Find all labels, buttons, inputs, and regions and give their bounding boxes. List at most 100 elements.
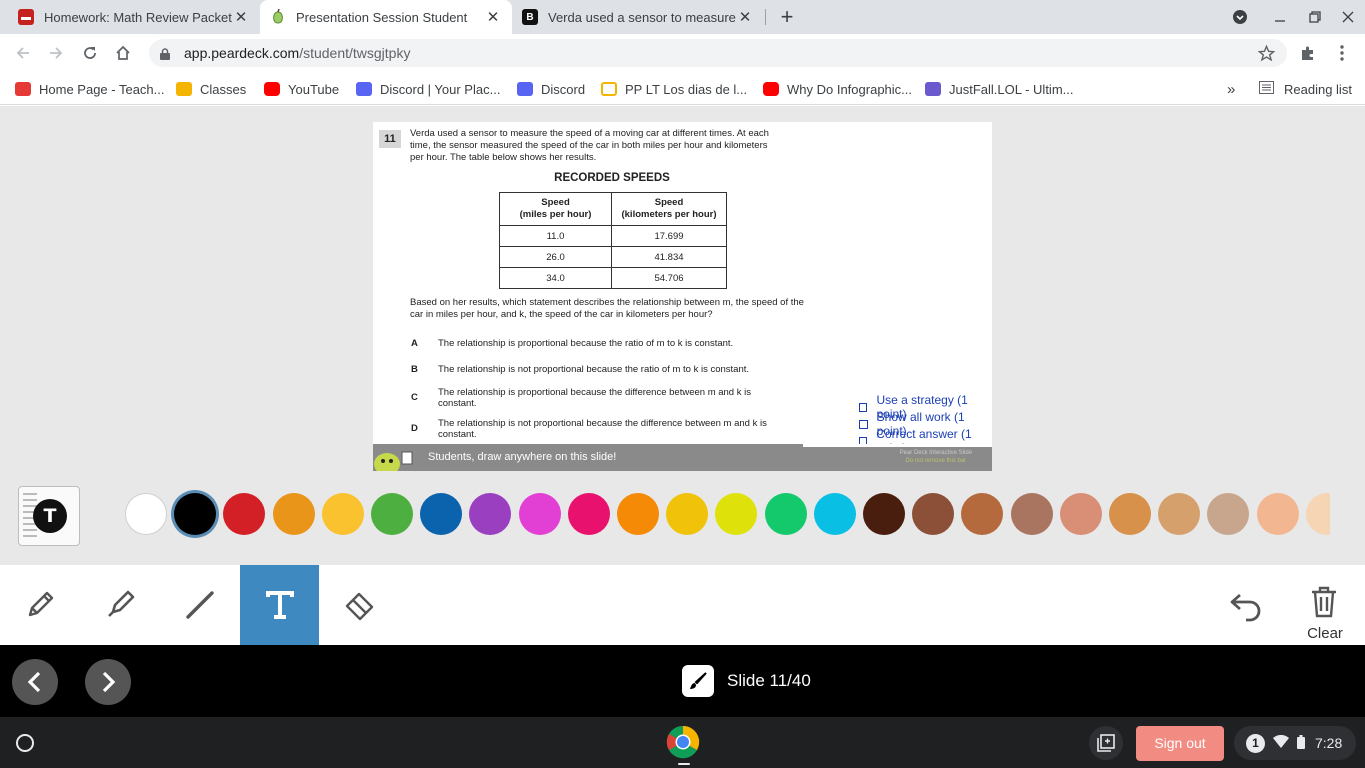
bookmarks-bar: Home Page - Teach... Classes YouTube Dis… [0, 72, 1365, 105]
color-swatch[interactable] [1305, 493, 1330, 535]
chevron-right-icon [102, 671, 116, 693]
choice-letter: D [411, 423, 418, 434]
color-swatch[interactable] [1010, 493, 1053, 535]
color-swatch[interactable] [420, 493, 463, 535]
color-swatch[interactable] [1059, 493, 1102, 535]
color-swatch[interactable] [272, 493, 315, 535]
brand-line: Do not remove this bar [905, 458, 967, 464]
text-tool-icon: T [33, 499, 67, 533]
color-swatch[interactable] [912, 493, 955, 535]
running-indicator [678, 763, 690, 765]
bookmark-justfall[interactable]: JustFall.LOL - Ultim... [925, 79, 1073, 99]
tab-search-icon[interactable] [1223, 0, 1257, 34]
brainly-icon: B [522, 9, 538, 25]
choice-text: The relationship is not proportional bec… [438, 364, 750, 375]
bookmark-pp-lt[interactable]: PP LT Los dias de l... [601, 79, 747, 99]
new-tab-button[interactable]: + [773, 3, 801, 31]
color-swatch[interactable] [174, 493, 217, 535]
color-swatch[interactable] [1256, 493, 1299, 535]
notification-badge: 1 [1246, 733, 1265, 753]
draw-slide-icon [682, 665, 714, 697]
address-bar[interactable]: app.peardeck.com/student/twsgjtpky [149, 39, 1287, 67]
tab-homework[interactable]: ▬ Homework: Math Review Packet ✕ [8, 0, 260, 34]
bookmark-classes[interactable]: Classes [176, 79, 246, 99]
color-swatch[interactable] [961, 493, 1004, 535]
holding-space-button[interactable] [1089, 726, 1123, 760]
color-swatch[interactable] [321, 493, 364, 535]
pen-icon [28, 591, 53, 617]
previous-slide-button[interactable] [12, 659, 58, 705]
banner-divider [803, 444, 992, 447]
text-tool[interactable] [240, 565, 319, 645]
chrome-icon[interactable] [666, 725, 700, 759]
close-tab-icon[interactable]: ✕ [232, 8, 250, 26]
bookmark-label: JustFall.LOL - Ultim... [949, 81, 1074, 97]
slide[interactable]: 11 Verda used a sensor to measure the sp… [373, 122, 992, 471]
line-tool[interactable] [160, 565, 239, 645]
bookmark-discord[interactable]: Discord [517, 79, 585, 99]
next-slide-button[interactable] [85, 659, 131, 705]
slide-indicator: Slide 11/40 [682, 665, 811, 697]
bookmark-youtube[interactable]: YouTube [264, 79, 339, 99]
color-swatch[interactable] [1158, 493, 1201, 535]
color-swatch[interactable] [125, 493, 167, 535]
color-swatch[interactable] [764, 493, 807, 535]
extensions-icon[interactable] [1294, 39, 1322, 67]
reading-list-button[interactable]: Reading list [1259, 79, 1352, 99]
bookmarks-overflow-button[interactable]: » [1227, 79, 1235, 99]
color-swatch[interactable] [371, 493, 413, 535]
speeds-table: Speed (miles per hour) Speed (kilometers p… [499, 192, 727, 289]
bookmark-star-icon[interactable] [1252, 39, 1280, 67]
youtube-icon [763, 82, 779, 96]
color-swatch[interactable] [469, 493, 512, 535]
holding-space-icon [1097, 734, 1115, 752]
restore-icon[interactable] [1298, 0, 1332, 34]
url-text: app.peardeck.com/student/twsgjtpky [184, 45, 410, 61]
color-swatch[interactable] [567, 493, 610, 535]
highlighter-tool[interactable] [80, 565, 159, 645]
status-tray[interactable]: 1 7:28 [1234, 726, 1356, 760]
peardeck-banner: Students, draw anywhere on this slide! P… [373, 444, 992, 471]
bookmark-label: Discord | Your Plac... [380, 81, 501, 97]
color-swatch[interactable] [518, 493, 561, 535]
close-tab-icon[interactable]: ✕ [484, 8, 502, 26]
tab-verda[interactable]: B Verda used a sensor to measure ✕ [512, 0, 764, 34]
back-icon[interactable] [9, 39, 37, 67]
color-swatch[interactable] [813, 493, 856, 535]
chromeos-shelf: Sign out 1 7:28 [0, 717, 1365, 768]
cell-kph: 17.699 [611, 225, 727, 247]
color-swatch[interactable] [617, 493, 659, 535]
sign-out-button[interactable]: Sign out [1136, 726, 1224, 761]
color-swatch[interactable] [666, 493, 709, 535]
menu-kebab-icon[interactable] [1328, 39, 1356, 67]
bookmark-home-page[interactable]: Home Page - Teach... [15, 79, 165, 99]
browser-toolbar: app.peardeck.com/student/twsgjtpky [0, 34, 1365, 72]
choice-text: The relationship is proportional because… [438, 387, 751, 409]
table-header-row: Speed (miles per hour) Speed (kilometers p… [499, 192, 727, 226]
reload-icon[interactable] [76, 39, 104, 67]
close-tab-icon[interactable]: ✕ [736, 8, 754, 26]
color-swatch[interactable] [1207, 493, 1250, 535]
color-swatch[interactable] [863, 493, 905, 535]
reading-list-icon [1259, 81, 1274, 97]
minimize-icon[interactable] [1263, 0, 1297, 34]
clear-button[interactable]: Clear [1290, 565, 1360, 645]
undo-button[interactable] [1206, 565, 1285, 645]
forward-icon[interactable] [42, 39, 70, 67]
home-icon[interactable] [109, 39, 137, 67]
launcher-icon[interactable] [16, 734, 34, 752]
pen-tool[interactable] [0, 565, 79, 645]
header-kph: Speed (kilometers per hour) [611, 192, 727, 226]
color-swatch[interactable] [223, 493, 266, 535]
close-window-icon[interactable] [1331, 0, 1365, 34]
classroom-icon: ▬ [18, 9, 34, 25]
color-swatch[interactable] [715, 493, 758, 535]
youtube-icon [264, 82, 280, 96]
tab-title: Homework: Math Review Packet [44, 9, 232, 25]
bookmark-discord-your-place[interactable]: Discord | Your Plac... [356, 79, 500, 99]
eraser-tool[interactable] [320, 565, 399, 645]
bookmark-why-do-infographics[interactable]: Why Do Infographic... [763, 79, 912, 99]
color-swatch[interactable] [1109, 493, 1151, 535]
text-style-button[interactable]: T [18, 486, 80, 546]
tab-presentation[interactable]: Presentation Session Student ✕ [260, 0, 512, 34]
